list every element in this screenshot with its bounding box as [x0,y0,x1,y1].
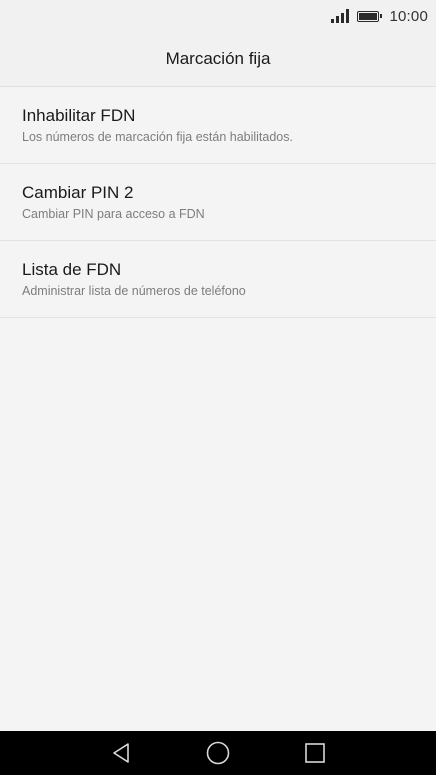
status-bar: 10:00 [0,0,436,32]
home-button[interactable] [196,731,240,775]
list-item-title: Inhabilitar FDN [22,106,136,125]
list-item-title: Cambiar PIN 2 [22,183,134,202]
back-icon [113,743,129,763]
list-item-subtitle: Los números de marcación fija están habi… [22,130,293,144]
page-title: Marcación fija [165,49,271,68]
recents-button[interactable] [293,731,337,775]
battery-icon [357,10,383,22]
back-button[interactable] [99,731,143,775]
list-item-subtitle: Cambiar PIN para acceso a FDN [22,207,205,221]
status-time: 10:00 [389,7,428,25]
home-icon [206,741,230,765]
list-item-disable-fdn[interactable]: Inhabilitar FDN Los números de marcación… [0,87,436,164]
list-item-title: Lista de FDN [22,260,122,279]
list-item-subtitle: Administrar lista de números de teléfono [22,284,246,298]
list-item-fdn-list[interactable]: Lista de FDN Administrar lista de número… [0,241,436,318]
title-bar: Marcación fija [0,32,436,87]
status-icons: 10:00 [331,7,428,25]
signal-icon [331,9,350,23]
list-item-change-pin2[interactable]: Cambiar PIN 2 Cambiar PIN para acceso a … [0,164,436,241]
settings-list: Inhabilitar FDN Los números de marcación… [0,87,436,318]
recents-icon [305,743,325,763]
navigation-bar [0,731,436,775]
